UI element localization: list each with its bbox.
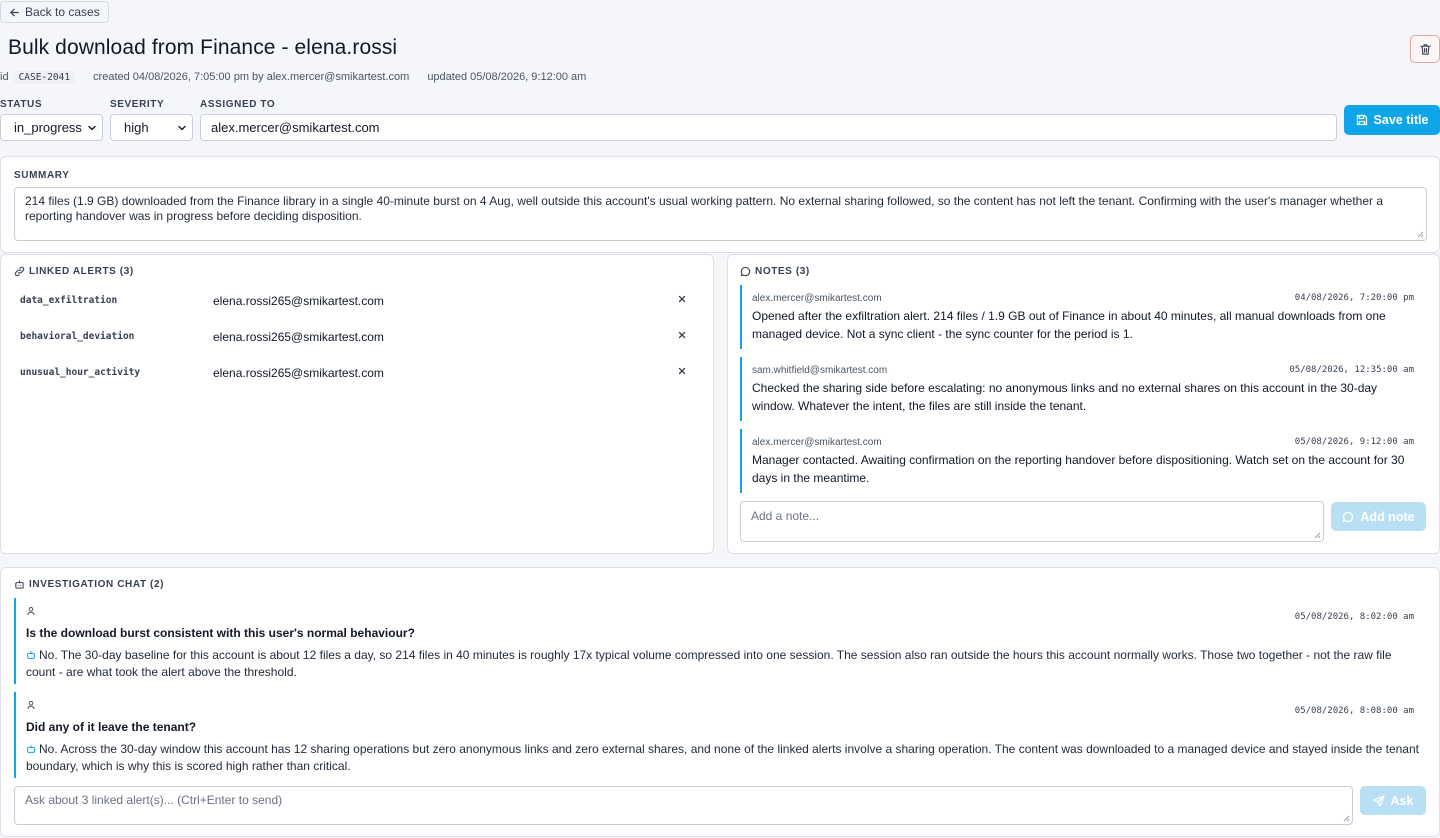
note-timestamp: 04/08/2026, 7:20:00 pm [1294,293,1414,303]
linked-alerts-label: LINKED ALERTS (3) [14,266,134,277]
chat-input-placeholder: Ask about 3 linked alert(s)... (Ctrl+Ent… [25,793,283,807]
delete-case-button[interactable] [1410,35,1440,63]
remove-alert-icon[interactable] [676,329,688,341]
alert-row[interactable]: behavioral_deviation elena.rossi265@smik… [20,330,690,344]
comment-icon [740,266,751,277]
note-timestamp: 05/08/2026, 9:12:00 am [1294,437,1414,447]
id-label: id [0,71,9,83]
chat-message: 05/08/2026, 8:08:00 am Did any of it lea… [14,692,1426,778]
save-icon [1356,114,1367,126]
note-body: Checked the sharing side before escalati… [752,381,1378,413]
summary-text: 214 files (1.9 GB) downloaded from the F… [25,194,1383,223]
chat-timestamp: 05/08/2026, 8:02:00 am [1294,612,1414,622]
trash-icon [1419,43,1431,55]
user-icon [27,701,35,710]
chat-answer: No. Across the 30-day window this accoun… [26,742,1419,773]
alert-user: elena.rossi265@smikartest.com [213,366,384,380]
severity-select[interactable]: high [110,114,193,141]
status-select[interactable]: in_progress [0,114,103,141]
alert-user: elena.rossi265@smikartest.com [213,330,384,344]
note-item: alex.mercer@smikartest.com 04/08/2026, 7… [740,285,1438,349]
alert-type: behavioral_deviation [20,331,135,342]
note-input-placeholder: Add a note... [751,509,820,523]
ask-button[interactable]: Ask [1360,786,1426,815]
save-title-button[interactable]: Save title [1344,105,1440,135]
back-to-cases-button[interactable]: Back to cases [0,1,109,23]
resize-grip-icon[interactable] [1314,532,1321,539]
note-timestamp: 05/08/2026, 12:35:00 am [1289,365,1414,375]
case-id-chip: CASE-2041 [13,70,76,84]
status-label: STATUS [0,99,43,110]
severity-value: high [124,120,149,135]
assigned-to-input[interactable]: alex.mercer@smikartest.com [200,114,1337,141]
notes-label: NOTES (3) [740,266,810,277]
assigned-label: ASSIGNED TO [200,99,276,110]
alert-row[interactable]: unusual_hour_activity elena.rossi265@smi… [20,366,690,380]
status-value: in_progress [14,120,82,135]
link-icon [14,266,25,277]
bot-icon [27,651,35,659]
chevron-down-icon [88,125,96,131]
arrow-left-icon [10,8,19,16]
remove-alert-icon[interactable] [676,293,688,305]
note-author: alex.mercer@smikartest.com [752,437,882,448]
bot-icon [27,745,35,753]
chat-label: INVESTIGATION CHAT (2) [14,579,164,590]
alert-type: data_exfiltration [20,295,118,306]
page-title: Bulk download from Finance - elena.rossi [8,36,398,59]
chat-answer: No. The 30-day baseline for this account… [26,648,1392,679]
note-author: alex.mercer@smikartest.com [752,293,882,304]
ask-label: Ask [1390,793,1414,808]
updated-info: updated 05/08/2026, 9:12:00 am [427,71,587,83]
resize-grip-icon[interactable] [1417,231,1424,238]
save-title-label: Save title [1373,113,1429,127]
chevron-down-icon [178,125,186,131]
chat-question: Did any of it leave the tenant? [26,720,197,734]
chat-input[interactable]: Ask about 3 linked alert(s)... (Ctrl+Ent… [14,786,1353,825]
add-note-button[interactable]: Add note [1331,502,1426,531]
bot-icon [15,580,24,589]
note-input[interactable]: Add a note... [740,501,1324,542]
chat-message: 05/08/2026, 8:02:00 am Is the download b… [14,598,1426,684]
note-item: sam.whitfield@smikartest.com 05/08/2026,… [740,357,1438,421]
summary-textarea[interactable]: 214 files (1.9 GB) downloaded from the F… [14,187,1427,241]
summary-label: SUMMARY [14,170,70,181]
severity-label: SEVERITY [110,99,165,110]
resize-grip-icon[interactable] [1343,815,1350,822]
note-body: Opened after the exfiltration alert. 214… [752,309,1386,341]
remove-alert-icon[interactable] [676,365,688,377]
case-meta: id CASE-2041 created 04/08/2026, 7:05:00… [0,70,586,84]
alert-user: elena.rossi265@smikartest.com [213,294,384,308]
back-label: Back to cases [25,5,100,19]
comment-icon [1343,511,1354,522]
chat-question: Is the download burst consistent with th… [26,626,415,640]
note-item: alex.mercer@smikartest.com 05/08/2026, 9… [740,429,1438,493]
summary-card: SUMMARY 214 files (1.9 GB) downloaded fr… [0,156,1440,253]
user-icon [27,607,35,616]
created-info: created 04/08/2026, 7:05:00 pm by alex.m… [93,71,410,83]
send-icon [1372,794,1385,807]
chat-timestamp: 05/08/2026, 8:08:00 am [1294,706,1414,716]
add-note-label: Add note [1360,509,1415,524]
note-body: Manager contacted. Awaiting confirmation… [752,453,1405,485]
alert-row[interactable]: data_exfiltration elena.rossi265@smikart… [20,294,690,308]
alert-type: unusual_hour_activity [20,367,141,378]
note-author: sam.whitfield@smikartest.com [752,365,888,376]
